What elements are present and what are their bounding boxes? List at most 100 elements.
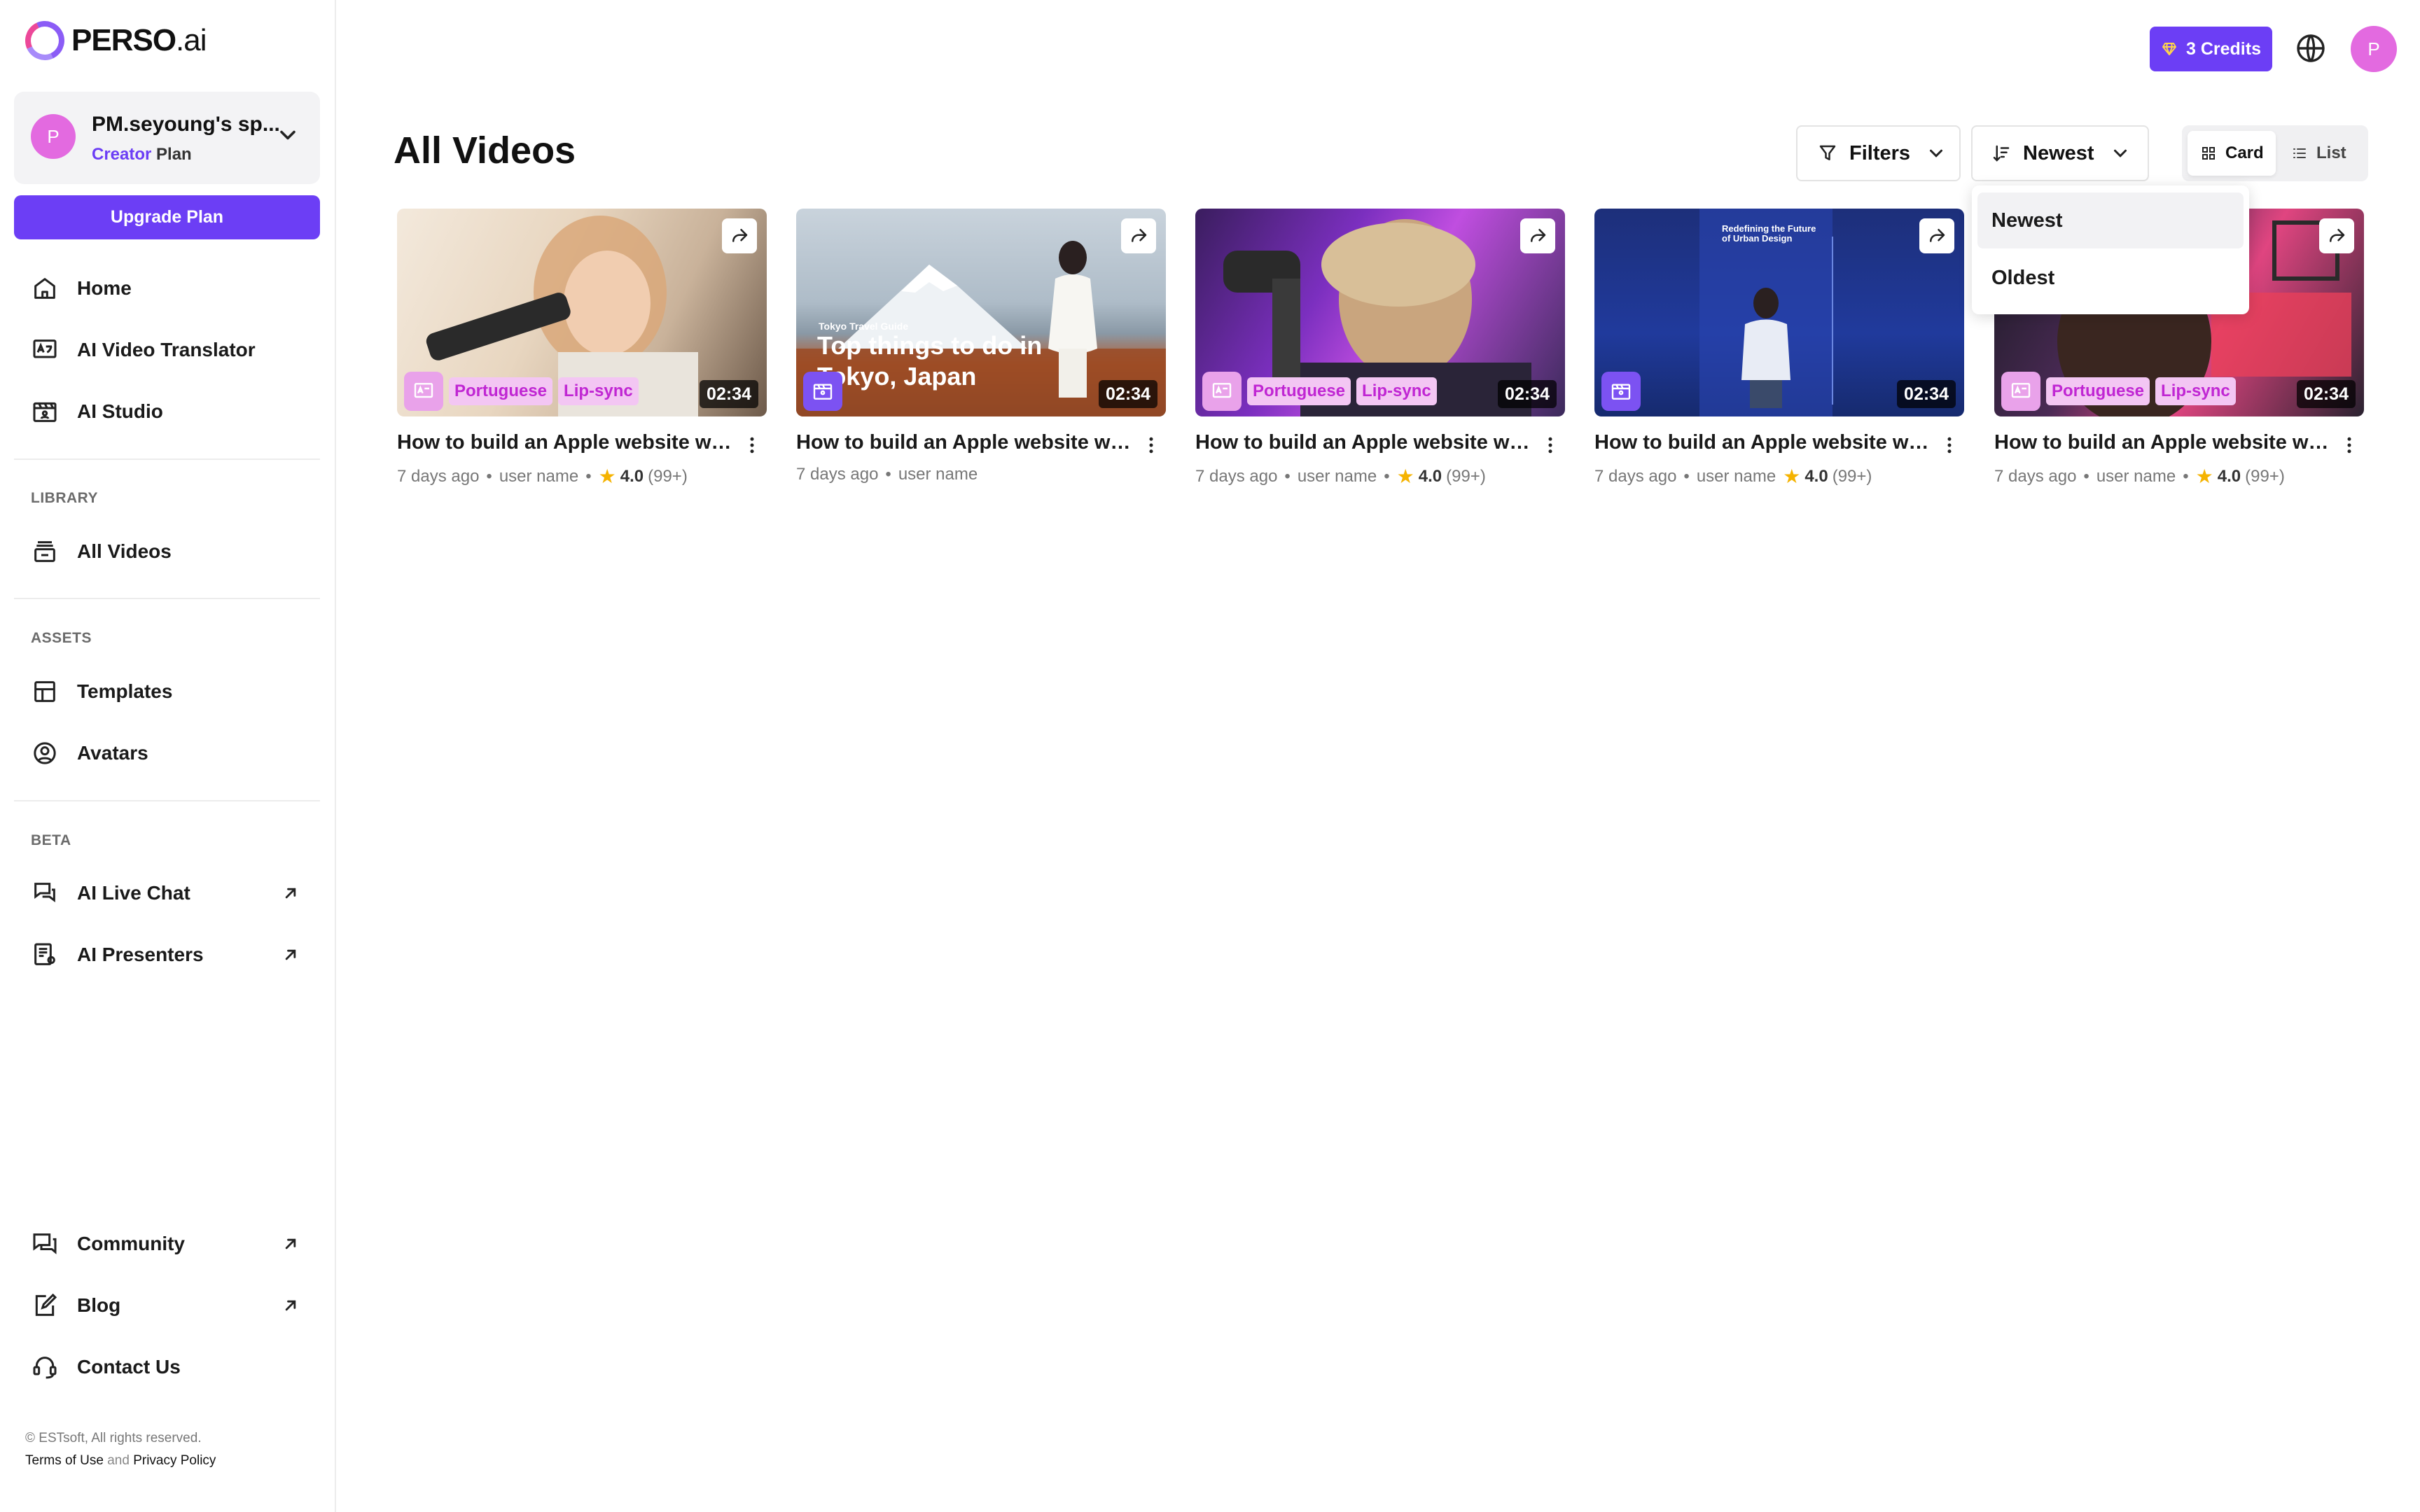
sidebar: PERSO.ai P PM.seyoung's sp... Creator Pl… (0, 0, 336, 1512)
filters-button[interactable]: Filters (1796, 125, 1961, 181)
filter-icon (1819, 145, 1836, 160)
sort-icon (1993, 145, 2010, 162)
video-thumbnail[interactable]: Portuguese Lip-sync 02:34 (1195, 209, 1565, 416)
view-list-button[interactable]: List (2280, 131, 2363, 176)
star-icon: ★ (598, 465, 616, 487)
section-title-library: LIBRARY (31, 490, 99, 506)
section-title-assets: ASSETS (31, 630, 92, 646)
chevron-down-icon (2113, 149, 2127, 158)
workspace-switcher[interactable]: P PM.seyoung's sp... Creator Plan (14, 92, 320, 184)
sidebar-item-label: Templates (77, 680, 173, 702)
more-options-icon[interactable] (742, 433, 763, 458)
share-button[interactable] (1919, 218, 1954, 253)
sidebar-item-all-videos[interactable]: All Videos (14, 526, 320, 577)
video-card[interactable]: Portuguese Lip-sync 02:34 How to build a… (1195, 209, 1565, 487)
user-avatar[interactable]: P (2351, 26, 2397, 72)
more-options-icon[interactable] (1939, 433, 1960, 458)
video-meta: 7 days ago • user name (796, 465, 978, 484)
privacy-link[interactable]: Privacy Policy (133, 1453, 216, 1468)
blog-icon (35, 1293, 57, 1316)
lipsync-tag: Lip-sync (558, 377, 639, 405)
view-card-button[interactable]: Card (2188, 131, 2276, 176)
sidebar-item-ai-video-translator[interactable]: AI Video Translator (14, 325, 320, 375)
studio-badge (1601, 372, 1641, 411)
sort-label: Newest (2023, 141, 2094, 164)
video-title[interactable]: How to build an Apple website with... (397, 431, 733, 454)
share-button[interactable] (1121, 218, 1156, 253)
sidebar-item-ai-studio[interactable]: AI Studio (14, 386, 320, 437)
sidebar-item-label: Home (77, 277, 132, 299)
studio-icon (33, 402, 57, 422)
video-title[interactable]: How to build an Apple website with... (1195, 431, 1531, 454)
video-thumbnail[interactable]: Redefining the Future of Urban Design 02… (1594, 209, 1964, 416)
video-user: user name (1696, 466, 1776, 486)
sidebar-item-avatars[interactable]: Avatars (14, 728, 320, 778)
logo-text: PERSO.ai (71, 23, 207, 57)
sidebar-item-label: AI Live Chat (77, 882, 190, 904)
translate-icon (414, 383, 433, 398)
share-button[interactable] (1520, 218, 1555, 253)
workspace-avatar: P (31, 114, 76, 159)
share-button[interactable] (722, 218, 757, 253)
footer-and: and (107, 1453, 130, 1468)
avatar-icon (34, 742, 56, 764)
sidebar-divider (14, 458, 320, 460)
more-options-icon[interactable] (2339, 433, 2360, 458)
video-thumbnail[interactable]: Tokyo Travel Guide Top things to do in T… (796, 209, 1166, 416)
credits-button[interactable]: 3 Credits (2150, 27, 2272, 71)
globe-icon[interactable] (2294, 31, 2328, 65)
more-options-icon[interactable] (1540, 433, 1561, 458)
video-rating-count: (99+) (1832, 466, 1872, 486)
video-age: 7 days ago (1594, 466, 1677, 486)
sidebar-item-community[interactable]: Community (14, 1219, 320, 1269)
video-thumbnail[interactable]: Portuguese Lip-sync 02:34 (397, 209, 767, 416)
chevron-down-icon (1930, 149, 1943, 158)
video-card[interactable]: Portuguese Lip-sync 02:34 How to build a… (397, 209, 767, 487)
headset-icon (33, 1357, 57, 1379)
sort-option-newest[interactable]: Newest (1977, 192, 2244, 248)
translator-badge (1202, 372, 1242, 411)
upgrade-plan-button[interactable]: Upgrade Plan (14, 195, 320, 239)
sidebar-item-ai-live-chat[interactable]: AI Live Chat (14, 868, 320, 918)
badge-row: Portuguese Lip-sync (404, 372, 644, 411)
video-title[interactable]: How to build an Apple website with... (1994, 431, 2330, 454)
video-title[interactable]: How to build an Apple website with... (1594, 431, 1931, 454)
badge-row (803, 372, 848, 411)
share-icon (1531, 229, 1546, 242)
video-duration: 02:34 (2297, 380, 2356, 408)
sidebar-item-label: All Videos (77, 540, 172, 562)
presenter-icon (34, 943, 55, 965)
perso-logo[interactable]: PERSO.ai (20, 15, 207, 66)
terms-link[interactable]: Terms of Use (25, 1453, 104, 1468)
view-toggle: Card List (2182, 125, 2368, 181)
external-link-icon (285, 888, 296, 899)
video-age: 7 days ago (796, 465, 879, 484)
community-icon (33, 1233, 57, 1254)
sidebar-item-label: Avatars (77, 742, 148, 764)
sidebar-item-blog[interactable]: Blog (14, 1280, 320, 1331)
sidebar-item-label: AI Presenters (77, 944, 204, 965)
more-options-icon[interactable] (1141, 433, 1162, 458)
video-rating: 4.0 (620, 466, 644, 486)
video-card[interactable]: Tokyo Travel Guide Top things to do in T… (796, 209, 1166, 484)
workspace-name: PM.seyoung's sp... (92, 113, 280, 136)
video-card[interactable]: Redefining the Future of Urban Design 02… (1594, 209, 1964, 487)
sidebar-item-templates[interactable]: Templates (14, 666, 320, 717)
thumbnail-headline: Redefining the Future of Urban Design (1722, 223, 1816, 244)
chevron-down-icon (280, 130, 295, 140)
video-title[interactable]: How to build an Apple website with... (796, 431, 1132, 454)
external-link-icon (285, 1300, 296, 1311)
video-rating-count: (99+) (2245, 466, 2285, 486)
footer-copyright: © ESTsoft, All rights reserved. (25, 1431, 202, 1446)
badge-row (1601, 372, 1646, 411)
sidebar-item-home[interactable]: Home (14, 263, 320, 314)
share-button[interactable] (2319, 218, 2354, 253)
sort-option-oldest[interactable]: Oldest (1977, 250, 2244, 306)
sidebar-item-label: AI Video Translator (77, 339, 256, 360)
sidebar-item-ai-presenters[interactable]: AI Presenters (14, 930, 320, 980)
star-icon: ★ (1783, 465, 1801, 487)
sidebar-item-contact-us[interactable]: Contact Us (14, 1342, 320, 1392)
sort-dropdown[interactable]: Newest (1971, 125, 2149, 181)
video-rating: 4.0 (1804, 466, 1828, 486)
share-icon (1132, 229, 1147, 242)
